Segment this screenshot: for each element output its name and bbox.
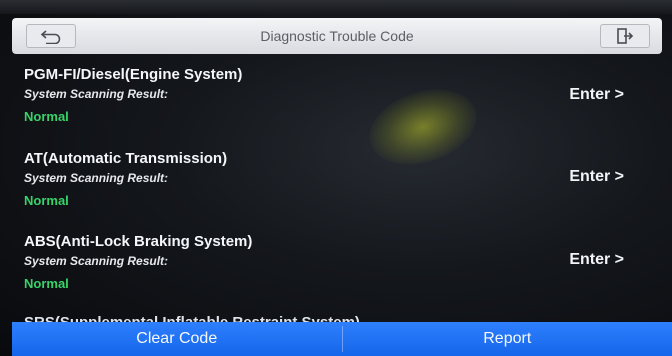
enter-button[interactable]: Enter > <box>569 168 624 186</box>
report-button[interactable]: Report <box>343 322 672 356</box>
scan-result-label: System Scanning Result: <box>24 171 169 185</box>
clear-code-button[interactable]: Clear Code <box>12 322 342 356</box>
system-section-transmission: AT(Automatic Transmission) System Scanni… <box>24 150 644 210</box>
enter-button[interactable]: Enter > <box>569 251 624 269</box>
status-text: Normal <box>24 193 69 208</box>
exit-button[interactable] <box>600 24 650 48</box>
scan-result-label: System Scanning Result: <box>24 254 169 268</box>
system-section-engine: PGM-FI/Diesel(Engine System) System Scan… <box>24 66 644 126</box>
back-button[interactable] <box>26 24 76 48</box>
scan-result-label: System Scanning Result: <box>24 87 169 101</box>
bottom-action-bar: Clear Code Report <box>12 322 672 356</box>
exit-icon <box>617 28 634 44</box>
system-name: PGM-FI/Diesel(Engine System) <box>24 66 243 83</box>
system-section-abs: ABS(Anti-Lock Braking System) System Sca… <box>24 233 644 293</box>
system-name: ABS(Anti-Lock Braking System) <box>24 233 253 250</box>
title-bar: Diagnostic Trouble Code <box>12 18 662 54</box>
enter-button[interactable]: Enter > <box>569 86 624 104</box>
screen: Diagnostic Trouble Code PGM-FI/Diesel(En… <box>0 0 672 356</box>
system-name: AT(Automatic Transmission) <box>24 150 228 167</box>
back-arrow-icon <box>40 30 61 44</box>
page-title: Diagnostic Trouble Code <box>260 28 414 44</box>
status-text: Normal <box>24 109 69 124</box>
status-strip <box>0 0 672 14</box>
status-text: Normal <box>24 276 69 291</box>
